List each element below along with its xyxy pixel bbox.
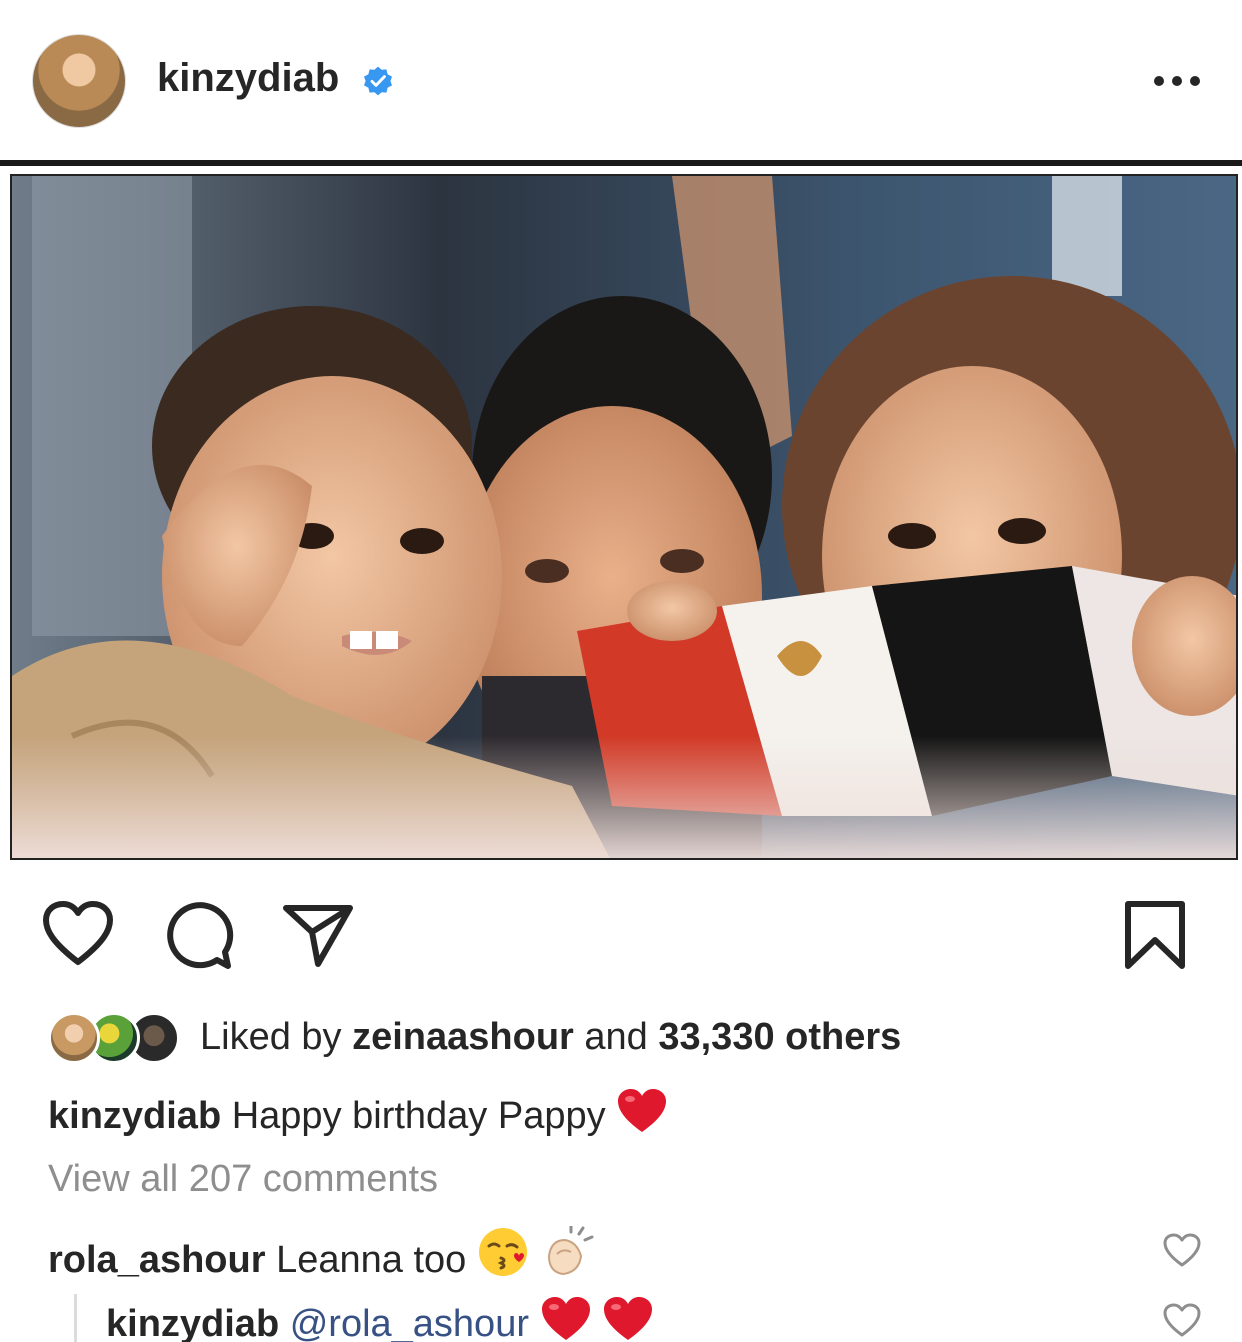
likes-prefix: Liked by <box>200 1016 353 1058</box>
photo-top-border <box>0 160 1242 166</box>
post-action-bar <box>0 890 1242 980</box>
heart-emoji-icon <box>618 1089 667 1132</box>
liker-username[interactable]: zeinaashour <box>352 1016 574 1058</box>
comment-username[interactable]: rola_ashour <box>48 1239 266 1281</box>
comment-text: Leanna too <box>276 1239 467 1281</box>
heart-emoji-icon <box>541 1297 590 1340</box>
heart-emoji-icon <box>604 1297 653 1340</box>
photo-illustration <box>12 176 1236 858</box>
comment-row: rola_ashour Leanna too <box>48 1226 595 1282</box>
post-photo[interactable] <box>10 174 1238 860</box>
post-caption: kinzydiab Happy birthday Pappy <box>48 1088 668 1138</box>
save-bookmark-icon[interactable] <box>1122 900 1188 970</box>
likes-count[interactable]: 33,330 others <box>658 1016 901 1058</box>
more-options-icon[interactable] <box>1152 62 1202 100</box>
post-username[interactable]: kinzydiab <box>157 56 339 101</box>
verified-badge-icon <box>364 66 392 96</box>
caption-username[interactable]: kinzydiab <box>48 1095 221 1137</box>
comment-bubble-icon[interactable] <box>162 900 234 970</box>
likes-summary[interactable]: Liked by zeinaashour and 33,330 others <box>48 1010 1228 1066</box>
comment-like-heart-icon[interactable] <box>1162 1232 1202 1268</box>
reply-username[interactable]: kinzydiab <box>106 1303 279 1342</box>
reply-like-heart-icon[interactable] <box>1162 1302 1202 1338</box>
view-all-comments-link[interactable]: View all 207 comments <box>48 1158 438 1201</box>
reply-mention[interactable]: @rola_ashour <box>290 1303 529 1342</box>
liker-avatar <box>48 1012 100 1064</box>
share-paper-plane-icon[interactable] <box>282 900 354 968</box>
like-heart-icon[interactable] <box>42 900 114 968</box>
kissing-face-emoji-icon <box>478 1228 527 1276</box>
reply-thread-line <box>74 1294 77 1342</box>
caption-text: Happy birthday Pappy <box>231 1095 606 1137</box>
post-header: kinzydiab <box>0 0 1242 160</box>
profile-avatar[interactable] <box>32 34 126 128</box>
likes-text: Liked by zeinaashour and 33,330 others <box>200 1016 901 1059</box>
reply-row: kinzydiab @rola_ashour <box>106 1296 654 1342</box>
likes-middle: and <box>573 1016 659 1058</box>
clapping-hands-emoji-icon <box>548 1226 594 1276</box>
